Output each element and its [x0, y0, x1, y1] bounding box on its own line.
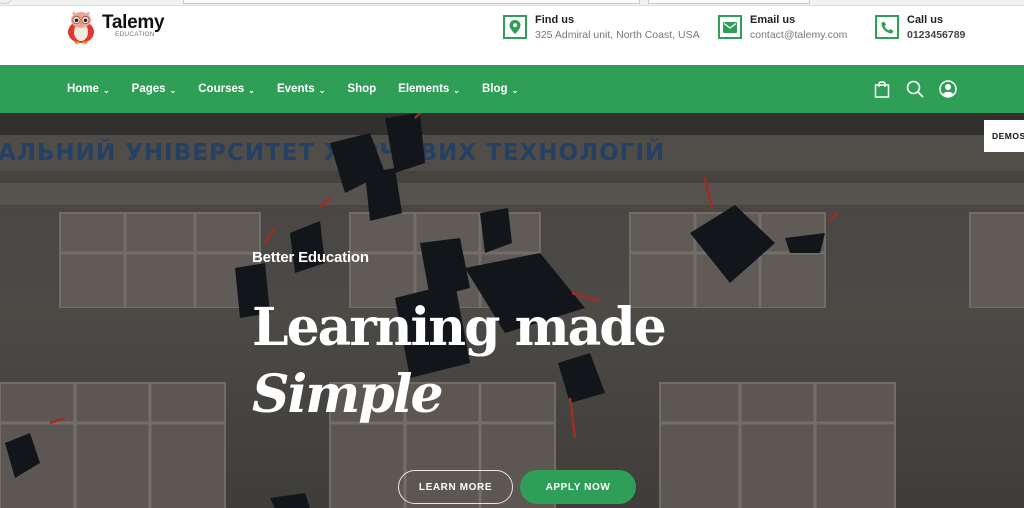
- contact-title: Call us: [907, 14, 944, 26]
- search-icon[interactable]: [905, 79, 925, 99]
- chevron-down-icon: ⌄: [511, 85, 519, 95]
- nav-label: Pages: [131, 83, 166, 95]
- phone-icon: [875, 15, 899, 39]
- browser-address-bar[interactable]: [183, 0, 640, 4]
- contact-call-us: Call us 0123456789: [875, 14, 965, 43]
- nav-item-home[interactable]: Home ⌄: [67, 83, 110, 95]
- shopping-bag-icon[interactable]: [872, 79, 892, 99]
- map-pin-icon: [503, 15, 527, 39]
- contact-title: Find us: [535, 14, 575, 26]
- hero-eyebrow: Better Education: [252, 249, 369, 266]
- contact-address: 325 Admiral unit, North Coast, USA: [535, 29, 700, 41]
- nav-label: Shop: [347, 83, 377, 95]
- chevron-down-icon: ⌄: [453, 85, 460, 95]
- browser-reload-button[interactable]: [0, 0, 12, 4]
- hero-headline-emphasis: Simple: [252, 364, 444, 425]
- nav-label: Home: [67, 83, 99, 95]
- chevron-down-icon: ⌄: [248, 85, 255, 95]
- learn-more-button[interactable]: LEARN MORE: [398, 470, 513, 504]
- nav-item-events[interactable]: Events ⌄: [277, 83, 325, 95]
- nav-item-shop[interactable]: Shop: [347, 83, 376, 95]
- chevron-down-icon: ⌄: [169, 85, 177, 95]
- contact-email-us: Email us contact@talemy.com: [718, 14, 847, 43]
- nav-label: Blog: [482, 83, 508, 95]
- brand-name: Talemy: [102, 11, 165, 33]
- nav-label: Elements: [398, 83, 450, 95]
- nav-label: Events: [276, 83, 315, 95]
- site-header: Talemy EDUCATION Find us 325 Admiral uni…: [0, 6, 1024, 65]
- logo[interactable]: Talemy EDUCATION: [66, 10, 165, 44]
- contact-title: Email us: [750, 14, 796, 26]
- user-account-icon[interactable]: [938, 79, 958, 99]
- apply-now-button[interactable]: APPLY NOW: [520, 470, 636, 504]
- envelope-icon: [718, 15, 742, 39]
- browser-search-bar[interactable]: [648, 0, 810, 4]
- nav-item-blog[interactable]: Blog ⌄: [482, 83, 518, 95]
- hero-headline: Learning made: [252, 297, 667, 358]
- nav-label: Courses: [198, 83, 245, 95]
- contact-email-link[interactable]: contact@talemy.com: [750, 28, 847, 43]
- nav-item-courses[interactable]: Courses ⌄: [198, 83, 255, 95]
- owl-logo-icon: [66, 10, 96, 44]
- chevron-down-icon: ⌄: [102, 85, 110, 95]
- demos-tab[interactable]: DEMOS: [984, 120, 1024, 152]
- contact-find-us: Find us 325 Admiral unit, North Coast, U…: [503, 14, 700, 43]
- hero-banner: АЛЬНИЙ УНІВЕРСИТЕТ ХАРЧОВИХ ТЕХНОЛОГІЙ B…: [0, 113, 1024, 508]
- nav-item-pages[interactable]: Pages ⌄: [132, 83, 177, 95]
- nav-item-elements[interactable]: Elements ⌄: [398, 83, 460, 95]
- chevron-down-icon: ⌄: [318, 85, 326, 95]
- contact-phone-link[interactable]: 0123456789: [907, 28, 965, 43]
- main-navigation: Home ⌄ Pages ⌄ Courses ⌄ Events ⌄ Shop Eleme…: [0, 65, 1024, 113]
